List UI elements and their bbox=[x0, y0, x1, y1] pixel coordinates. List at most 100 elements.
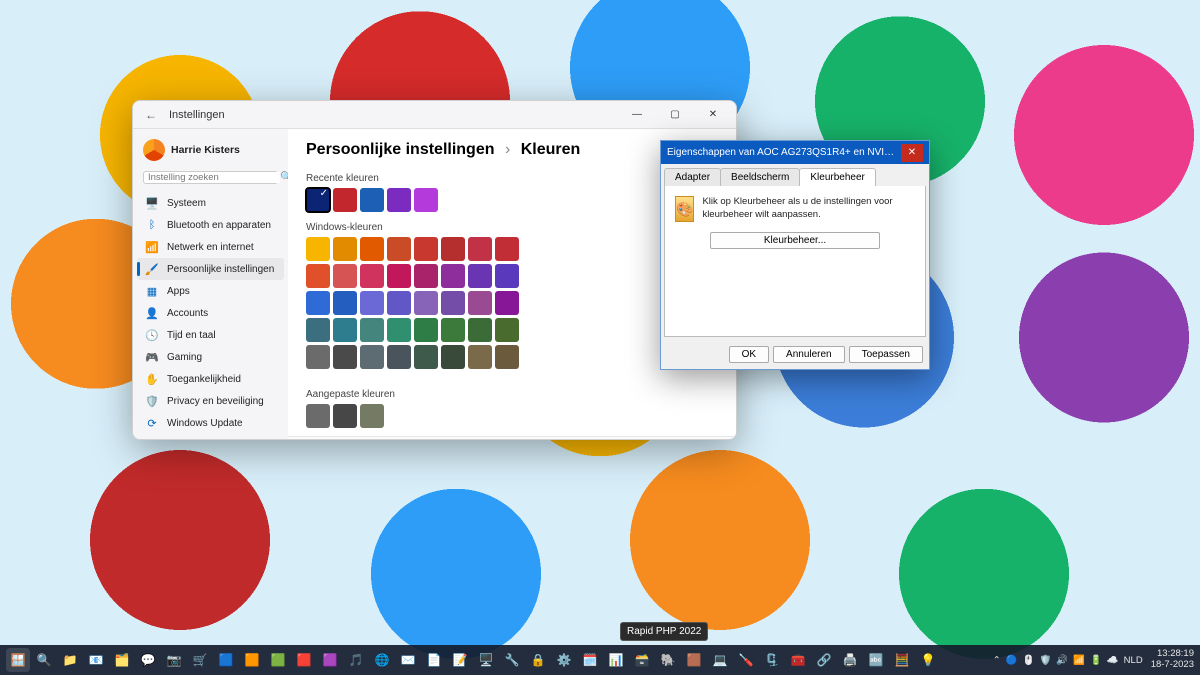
taskbar-app-icon[interactable]: 🪟 bbox=[6, 648, 30, 672]
breadcrumb-parent[interactable]: Persoonlijke instellingen bbox=[306, 141, 495, 158]
color-swatch[interactable] bbox=[387, 237, 411, 261]
color-swatch[interactable] bbox=[387, 188, 411, 212]
taskbar-app-icon[interactable]: 🟫 bbox=[682, 648, 706, 672]
close-button[interactable]: ✕ bbox=[694, 101, 732, 129]
color-swatch[interactable] bbox=[306, 404, 330, 428]
taskbar-app-icon[interactable]: 🖨️ bbox=[838, 648, 862, 672]
props-close-button[interactable]: ✕ bbox=[901, 144, 923, 162]
sidebar-item-bluetooth-en-apparaten[interactable]: ᛒBluetooth en apparaten bbox=[137, 214, 284, 236]
taskbar-app-icon[interactable]: 📄 bbox=[422, 648, 446, 672]
color-swatch[interactable] bbox=[387, 345, 411, 369]
taskbar-app-icon[interactable]: 📁 bbox=[58, 648, 82, 672]
taskbar-app-icon[interactable]: 🐘 bbox=[656, 648, 680, 672]
taskbar-app-icon[interactable]: 🧮 bbox=[890, 648, 914, 672]
taskbar-app-icon[interactable]: 🔗 bbox=[812, 648, 836, 672]
taskbar-app-icon[interactable]: 🗂️ bbox=[110, 648, 134, 672]
taskbar-app-icon[interactable]: ⚙️ bbox=[552, 648, 576, 672]
taskbar-app-icon[interactable]: 📧 bbox=[84, 648, 108, 672]
taskbar-app-icon[interactable]: 🗜️ bbox=[760, 648, 784, 672]
color-swatch[interactable] bbox=[387, 291, 411, 315]
sidebar-item-persoonlijke-instellingen[interactable]: 🖌️Persoonlijke instellingen bbox=[137, 258, 284, 280]
color-swatch[interactable] bbox=[333, 237, 357, 261]
color-swatch[interactable] bbox=[441, 345, 465, 369]
sidebar-item-apps[interactable]: ▦Apps bbox=[137, 280, 284, 302]
color-swatch[interactable] bbox=[414, 318, 438, 342]
color-swatch[interactable] bbox=[468, 237, 492, 261]
color-swatch[interactable] bbox=[306, 291, 330, 315]
sidebar-item-privacy-en-beveiliging[interactable]: 🛡️Privacy en beveiliging bbox=[137, 390, 284, 412]
taskbar-app-icon[interactable]: 💬 bbox=[136, 648, 160, 672]
taskbar-app-icon[interactable]: 🗓️ bbox=[578, 648, 602, 672]
color-swatch[interactable] bbox=[333, 345, 357, 369]
taskbar-app-icon[interactable]: 💻 bbox=[708, 648, 732, 672]
taskbar-app-icon[interactable]: 🟥 bbox=[292, 648, 316, 672]
color-swatch[interactable] bbox=[441, 237, 465, 261]
tray-icon[interactable]: ☁️ bbox=[1107, 655, 1119, 666]
user-profile[interactable]: Harrie Kisters bbox=[137, 135, 284, 169]
color-swatch[interactable] bbox=[360, 264, 384, 288]
taskbar-app-icon[interactable]: 🔧 bbox=[500, 648, 524, 672]
color-swatch[interactable] bbox=[441, 264, 465, 288]
color-swatch[interactable] bbox=[360, 318, 384, 342]
ok-button[interactable]: OK bbox=[729, 346, 769, 363]
sidebar-item-gaming[interactable]: 🎮Gaming bbox=[137, 346, 284, 368]
color-swatch[interactable] bbox=[306, 237, 330, 261]
tray-icon[interactable]: ⌃ bbox=[993, 655, 1001, 666]
color-swatch[interactable] bbox=[495, 345, 519, 369]
color-swatch[interactable] bbox=[468, 345, 492, 369]
color-swatch[interactable] bbox=[441, 291, 465, 315]
color-swatch[interactable] bbox=[333, 188, 357, 212]
color-swatch[interactable] bbox=[441, 318, 465, 342]
color-swatch[interactable] bbox=[495, 318, 519, 342]
sidebar-item-windows-update[interactable]: ⟳Windows Update bbox=[137, 412, 284, 434]
tray-icon[interactable]: 🔵 bbox=[1006, 655, 1018, 666]
apply-button[interactable]: Toepassen bbox=[849, 346, 923, 363]
color-swatch[interactable] bbox=[333, 291, 357, 315]
sidebar-item-toegankelijkheid[interactable]: ✋Toegankelijkheid bbox=[137, 368, 284, 390]
tab-adapter[interactable]: Adapter bbox=[664, 168, 721, 186]
color-swatch[interactable] bbox=[468, 318, 492, 342]
tab-beeldscherm[interactable]: Beeldscherm bbox=[720, 168, 800, 186]
color-swatch[interactable] bbox=[360, 404, 384, 428]
color-swatch[interactable] bbox=[306, 264, 330, 288]
tray-icon[interactable]: 🔋 bbox=[1090, 655, 1102, 666]
taskbar-app-icon[interactable]: 🟦 bbox=[214, 648, 238, 672]
color-management-button[interactable]: Kleurbeheer... bbox=[710, 232, 880, 249]
taskbar-clock[interactable]: 13:28:19 18-7-2023 bbox=[1151, 649, 1194, 671]
back-button[interactable]: ← bbox=[137, 108, 165, 122]
color-swatch[interactable] bbox=[468, 264, 492, 288]
taskbar-app-icon[interactable]: 🟪 bbox=[318, 648, 342, 672]
color-swatch[interactable] bbox=[414, 237, 438, 261]
tray-icon[interactable]: 📶 bbox=[1073, 655, 1085, 666]
tray-icon[interactable]: 🛡️ bbox=[1039, 655, 1051, 666]
color-swatch[interactable] bbox=[360, 237, 384, 261]
color-swatch[interactable] bbox=[360, 345, 384, 369]
color-swatch[interactable] bbox=[387, 264, 411, 288]
sidebar-item-tijd-en-taal[interactable]: 🕓Tijd en taal bbox=[137, 324, 284, 346]
color-swatch[interactable] bbox=[414, 345, 438, 369]
taskbar-app-icon[interactable]: 🟩 bbox=[266, 648, 290, 672]
color-swatch[interactable] bbox=[495, 291, 519, 315]
color-swatch[interactable] bbox=[414, 291, 438, 315]
taskbar-app-icon[interactable]: 🖥️ bbox=[474, 648, 498, 672]
tray-icon[interactable]: 🔊 bbox=[1056, 655, 1068, 666]
color-swatch[interactable] bbox=[306, 188, 330, 212]
tray-icon[interactable]: NLD bbox=[1124, 655, 1143, 666]
taskbar-app-icon[interactable]: 🗃️ bbox=[630, 648, 654, 672]
maximize-button[interactable]: ▢ bbox=[656, 101, 694, 129]
color-swatch[interactable] bbox=[360, 291, 384, 315]
sidebar-item-accounts[interactable]: 👤Accounts bbox=[137, 302, 284, 324]
color-swatch[interactable] bbox=[468, 291, 492, 315]
minimize-button[interactable]: — bbox=[618, 101, 656, 129]
color-swatch[interactable] bbox=[306, 318, 330, 342]
color-swatch[interactable] bbox=[414, 264, 438, 288]
sidebar-item-netwerk-en-internet[interactable]: 📶Netwerk en internet bbox=[137, 236, 284, 258]
sidebar-item-systeem[interactable]: 🖥️Systeem bbox=[137, 192, 284, 214]
taskbar-app-icon[interactable]: 🛒 bbox=[188, 648, 212, 672]
color-swatch[interactable] bbox=[360, 188, 384, 212]
taskbar-app-icon[interactable]: 📷 bbox=[162, 648, 186, 672]
taskbar-app-icon[interactable]: 📝 bbox=[448, 648, 472, 672]
taskbar-app-icon[interactable]: 🎵 bbox=[344, 648, 368, 672]
taskbar-app-icon[interactable]: 🔒 bbox=[526, 648, 550, 672]
tab-kleurbeheer[interactable]: Kleurbeheer bbox=[799, 168, 875, 186]
